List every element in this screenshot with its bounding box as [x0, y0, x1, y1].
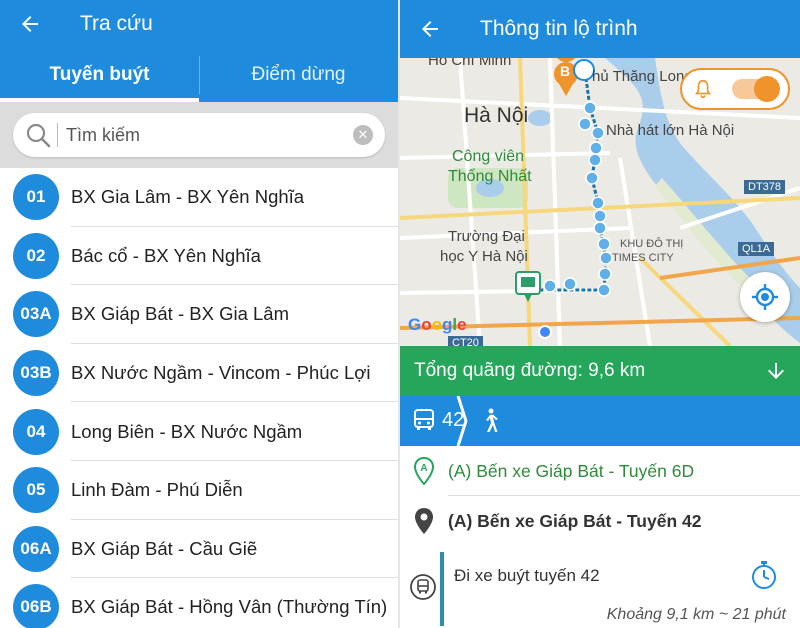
boarding-stop-row[interactable]: (A) Bến xe Giáp Bát - Tuyến 42: [400, 496, 800, 546]
alert-switch[interactable]: [732, 76, 780, 102]
svg-text:A: A: [420, 463, 427, 474]
search-icon: [25, 122, 51, 148]
route-name: Long Biên - BX Nước Ngầm: [71, 420, 303, 442]
tab-bus-stops[interactable]: Điểm dừng: [199, 48, 398, 102]
search-input[interactable]: Tìm kiếm: [66, 125, 353, 146]
back-button[interactable]: [400, 5, 460, 53]
arrow-left-icon: [422, 21, 438, 37]
stopwatch-icon[interactable]: [750, 560, 778, 590]
route-list: 01 BX Gia Lâm - BX Yên Nghĩa 02 Bác cổ -…: [0, 168, 398, 628]
route-map[interactable]: Hồ Chí Minh hủ Thăng Long B Hà Nội Nhà h…: [400, 58, 800, 346]
route-code-badge: 06A: [13, 525, 59, 572]
search-box[interactable]: Tìm kiếm ✕: [13, 113, 385, 157]
boarding-stop-text: (A) Bến xe Giáp Bát - Tuyến 42: [448, 510, 702, 531]
segment-instruction: Đi xe buýt tuyến 42: [454, 566, 600, 585]
route-code-badge: 04: [13, 408, 59, 455]
start-stop-text: (A) Bến xe Giáp Bát - Tuyến 6D: [448, 460, 695, 481]
route-name: BX Giáp Bát - BX Gia Lâm: [71, 303, 289, 325]
search-divider: [57, 123, 58, 147]
road-sign: CT20: [448, 336, 483, 346]
bell-icon: [692, 78, 714, 100]
crosshair-icon: [752, 284, 778, 310]
route-lookup-panel: Tra cứu Tuyến buýt Điểm dừng Tìm kiếm ✕ …: [0, 0, 398, 628]
route-name: Bác cổ - BX Yên Nghĩa: [71, 244, 261, 266]
map-label: KHU ĐÔ THỊ: [620, 238, 684, 250]
total-distance-text: Tổng quãng đường: 9,6 km: [414, 360, 646, 381]
map-label-city: Hà Nội: [464, 104, 529, 127]
bus-step[interactable]: 42: [412, 408, 464, 432]
tab-separator: [199, 56, 200, 94]
route-item[interactable]: 05 Linh Đàm - Phú Diễn: [0, 461, 398, 520]
route-name: BX Giáp Bát - Hồng Vân (Thường Tín): [71, 596, 388, 618]
arrow-left-icon: [22, 16, 38, 32]
route-item[interactable]: 06B BX Giáp Bát - Hồng Vân (Thường Tín): [0, 578, 398, 628]
route-name: BX Giáp Bát - Cầu Giẽ: [71, 537, 258, 559]
google-logo: Google: [408, 315, 467, 334]
route-item[interactable]: 02 Bác cổ - BX Yên Nghĩa: [0, 227, 398, 286]
start-stop-row[interactable]: A (A) Bến xe Giáp Bát - Tuyến 6D: [400, 446, 800, 496]
destination-marker-label: B: [560, 63, 571, 79]
map-label: học Y Hà Nội: [440, 248, 528, 265]
route-info-header: Thông tin lộ trình: [400, 0, 800, 58]
route-item[interactable]: 03A BX Giáp Bát - BX Gia Lâm: [0, 285, 398, 344]
route-code-badge: 06B: [13, 584, 59, 628]
back-button[interactable]: [0, 0, 60, 48]
route-name: Linh Đàm - Phú Diễn: [71, 479, 243, 501]
page-title: Tra cứu: [80, 12, 153, 35]
route-info-panel: Thông tin lộ trình Hồ Chí Minh hủ Thăng …: [400, 0, 800, 628]
road-sign: DT378: [744, 180, 786, 194]
search-bar-container: Tìm kiếm ✕: [0, 102, 398, 168]
route-code-badge: 03B: [13, 350, 59, 397]
map-label: TIMES CITY: [612, 252, 674, 264]
segment-distance-time: Khoảng 9,1 km ~ 21 phút: [606, 606, 786, 623]
arrow-down-icon[interactable]: [764, 359, 788, 383]
tab-bar: Tuyến buýt Điểm dừng: [0, 48, 398, 102]
map-label: Hồ Chí Minh: [428, 58, 512, 69]
tab-bus-routes[interactable]: Tuyến buýt: [0, 48, 199, 102]
clear-search-icon[interactable]: ✕: [353, 125, 373, 145]
route-code-badge: 05: [13, 467, 59, 514]
bus-number: 42: [442, 408, 465, 431]
walking-icon: [486, 408, 498, 432]
route-code-badge: 01: [13, 174, 59, 221]
route-item[interactable]: 03B BX Nước Ngầm - Vincom - Phúc Lợi: [0, 344, 398, 403]
stop-pin-icon: [400, 507, 448, 535]
route-item[interactable]: 06A BX Giáp Bát - Cầu Giẽ: [0, 520, 398, 579]
arrival-alert-toggle[interactable]: [680, 68, 790, 110]
bus-icon: [414, 409, 434, 430]
road-sign: QL1A: [738, 242, 775, 256]
map-label: Trường Đại: [448, 228, 525, 245]
route-code-badge: 02: [13, 232, 59, 279]
route-item[interactable]: 01 BX Gia Lâm - BX Yên Nghĩa: [0, 168, 398, 227]
route-name: BX Gia Lâm - BX Yên Nghĩa: [71, 186, 305, 208]
walk-step[interactable]: [480, 408, 500, 439]
route-segment-bar: [440, 552, 444, 626]
map-label: Nhà hát lớn Hà Nội: [606, 122, 735, 139]
my-location-button[interactable]: [740, 272, 790, 322]
transport-mode-bar: 42: [400, 396, 800, 446]
route-item[interactable]: 04 Long Biên - BX Nước Ngầm: [0, 402, 398, 461]
bus-icon: [410, 574, 436, 600]
map-label-park: Công viên: [452, 148, 525, 165]
page-title: Thông tin lộ trình: [480, 17, 638, 40]
active-tab-indicator: [0, 98, 199, 102]
map-label-park: Thống Nhất: [448, 168, 532, 185]
bus-segment[interactable]: Đi xe buýt tuyến 42 Khoảng 9,1 km ~ 21 p…: [400, 546, 800, 626]
total-distance-bar[interactable]: Tổng quãng đường: 9,6 km: [400, 346, 800, 396]
route-code-badge: 03A: [13, 291, 59, 338]
map-label: hủ Thăng Long: [592, 68, 693, 85]
start-pin-icon: A: [400, 457, 448, 485]
lookup-header: Tra cứu: [0, 0, 398, 48]
route-name: BX Nước Ngầm - Vincom - Phúc Lợi: [71, 362, 371, 384]
switch-knob: [754, 76, 780, 102]
